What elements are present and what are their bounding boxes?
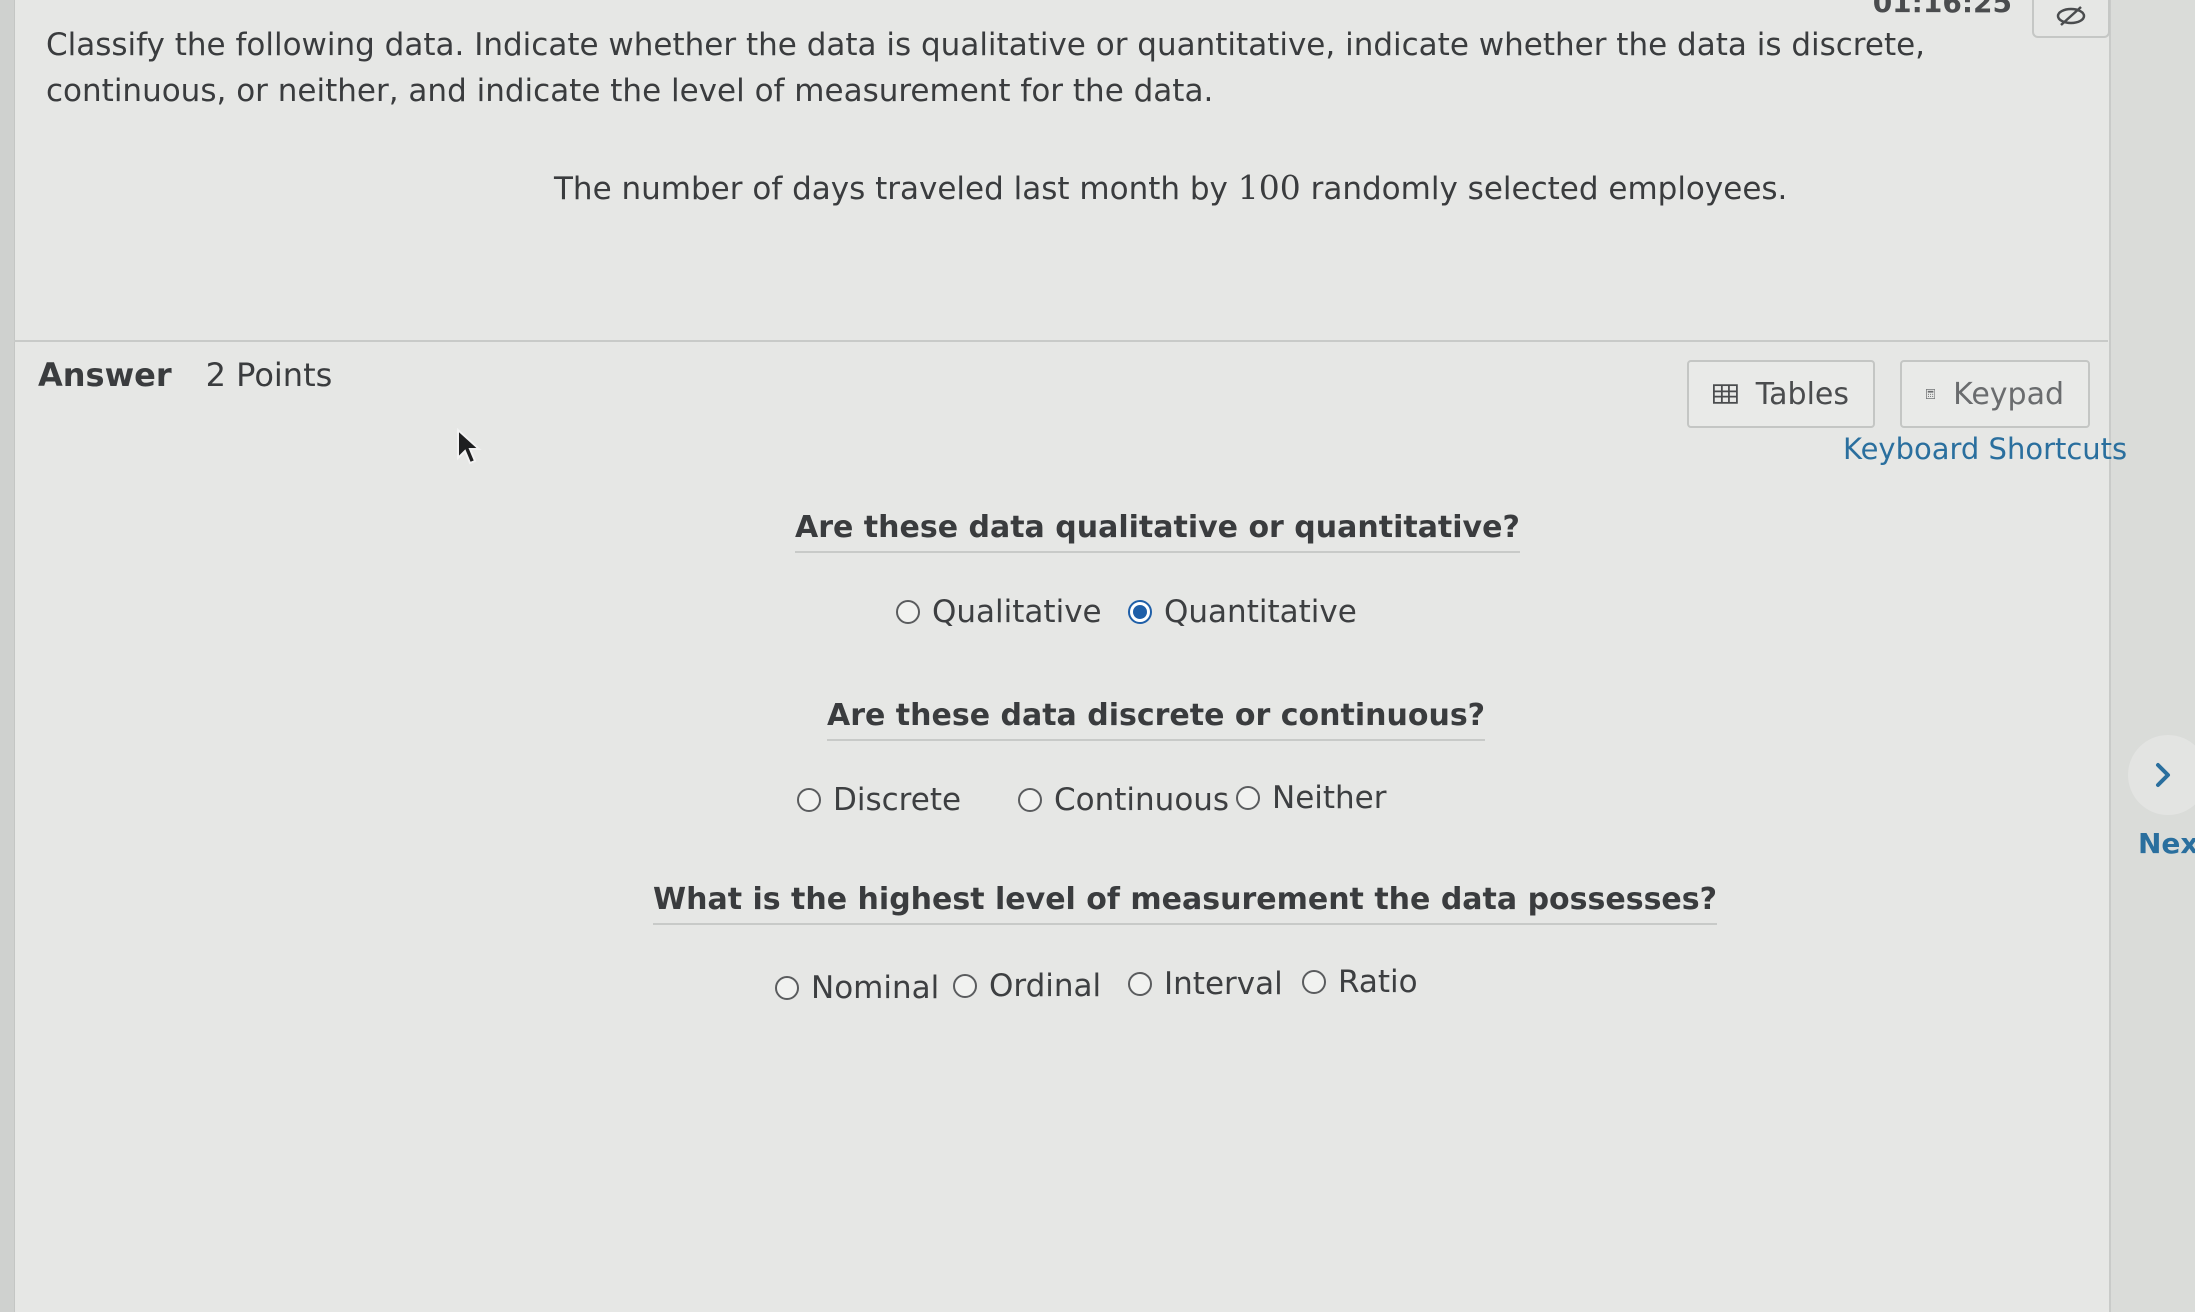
data-statement: The number of days traveled last month b…	[554, 168, 1787, 207]
radio-quantitative[interactable]	[1128, 600, 1152, 624]
mouse-cursor-icon	[457, 428, 482, 465]
next-button[interactable]	[2128, 735, 2195, 815]
statement-text-before: The number of days traveled last month b…	[554, 171, 1238, 207]
option-qualitative[interactable]: Qualitative	[896, 594, 1102, 630]
calculator-icon	[1926, 389, 1936, 399]
answer-label: Answer	[38, 356, 172, 394]
radio-qualitative[interactable]	[896, 600, 920, 624]
option-quantitative[interactable]: Quantitative	[1128, 594, 1357, 630]
left-edge	[0, 0, 14, 1312]
question-prompt: Classify the following data. Indicate wh…	[46, 27, 1926, 109]
discrete-continuous-heading: Are these data discrete or continuous?	[827, 698, 1486, 741]
radio-ratio[interactable]	[1302, 970, 1326, 994]
option-discrete[interactable]: Discrete	[797, 782, 961, 818]
option-label: Discrete	[833, 782, 962, 818]
option-label: Continuous	[1054, 782, 1230, 818]
radio-neither[interactable]	[1236, 786, 1260, 810]
chevron-right-icon	[2156, 763, 2170, 787]
radio-nominal[interactable]	[775, 976, 799, 1000]
option-ratio[interactable]: Ratio	[1302, 964, 1418, 1000]
tables-label: Tables	[1755, 376, 1849, 412]
option-label: Ordinal	[989, 968, 1102, 1004]
option-interval[interactable]: Interval	[1128, 966, 1283, 1002]
statement-number: 100	[1237, 168, 1301, 207]
question-area: Classify the following data. Indicate wh…	[14, 0, 2108, 342]
option-label: Interval	[1164, 966, 1283, 1002]
radio-ordinal[interactable]	[953, 974, 977, 998]
table-icon	[1713, 384, 1738, 404]
option-continuous[interactable]: Continuous	[1018, 782, 1229, 818]
level-of-measurement-heading: What is the highest level of measurement…	[653, 882, 1718, 925]
radio-discrete[interactable]	[797, 788, 821, 812]
option-label: Neither	[1272, 780, 1387, 816]
option-label: Ratio	[1338, 964, 1418, 1000]
radio-continuous[interactable]	[1018, 788, 1042, 812]
statement-text-after: randomly selected employees.	[1300, 171, 1788, 207]
radio-interval[interactable]	[1128, 972, 1152, 996]
option-label: Qualitative	[932, 594, 1102, 630]
option-label: Quantitative	[1164, 594, 1357, 630]
keyboard-shortcuts-link[interactable]: Keyboard Shortcuts	[1843, 432, 2127, 466]
tables-button[interactable]: Tables	[1687, 360, 1875, 428]
next-label: Next	[2138, 827, 2195, 860]
next-navigation[interactable]: Next	[2112, 735, 2195, 865]
option-ordinal[interactable]: Ordinal	[953, 968, 1101, 1004]
keypad-button[interactable]: Keypad	[1900, 360, 2090, 428]
answer-header: Answer 2 Points	[38, 356, 332, 394]
points-label: 2 Points	[205, 356, 333, 394]
option-nominal[interactable]: Nominal	[775, 970, 939, 1006]
option-label: Nominal	[811, 970, 940, 1006]
keypad-label: Keypad	[1953, 376, 2064, 412]
qualitative-quantitative-heading: Are these data qualitative or quantitati…	[795, 510, 1520, 553]
option-neither[interactable]: Neither	[1236, 780, 1387, 816]
